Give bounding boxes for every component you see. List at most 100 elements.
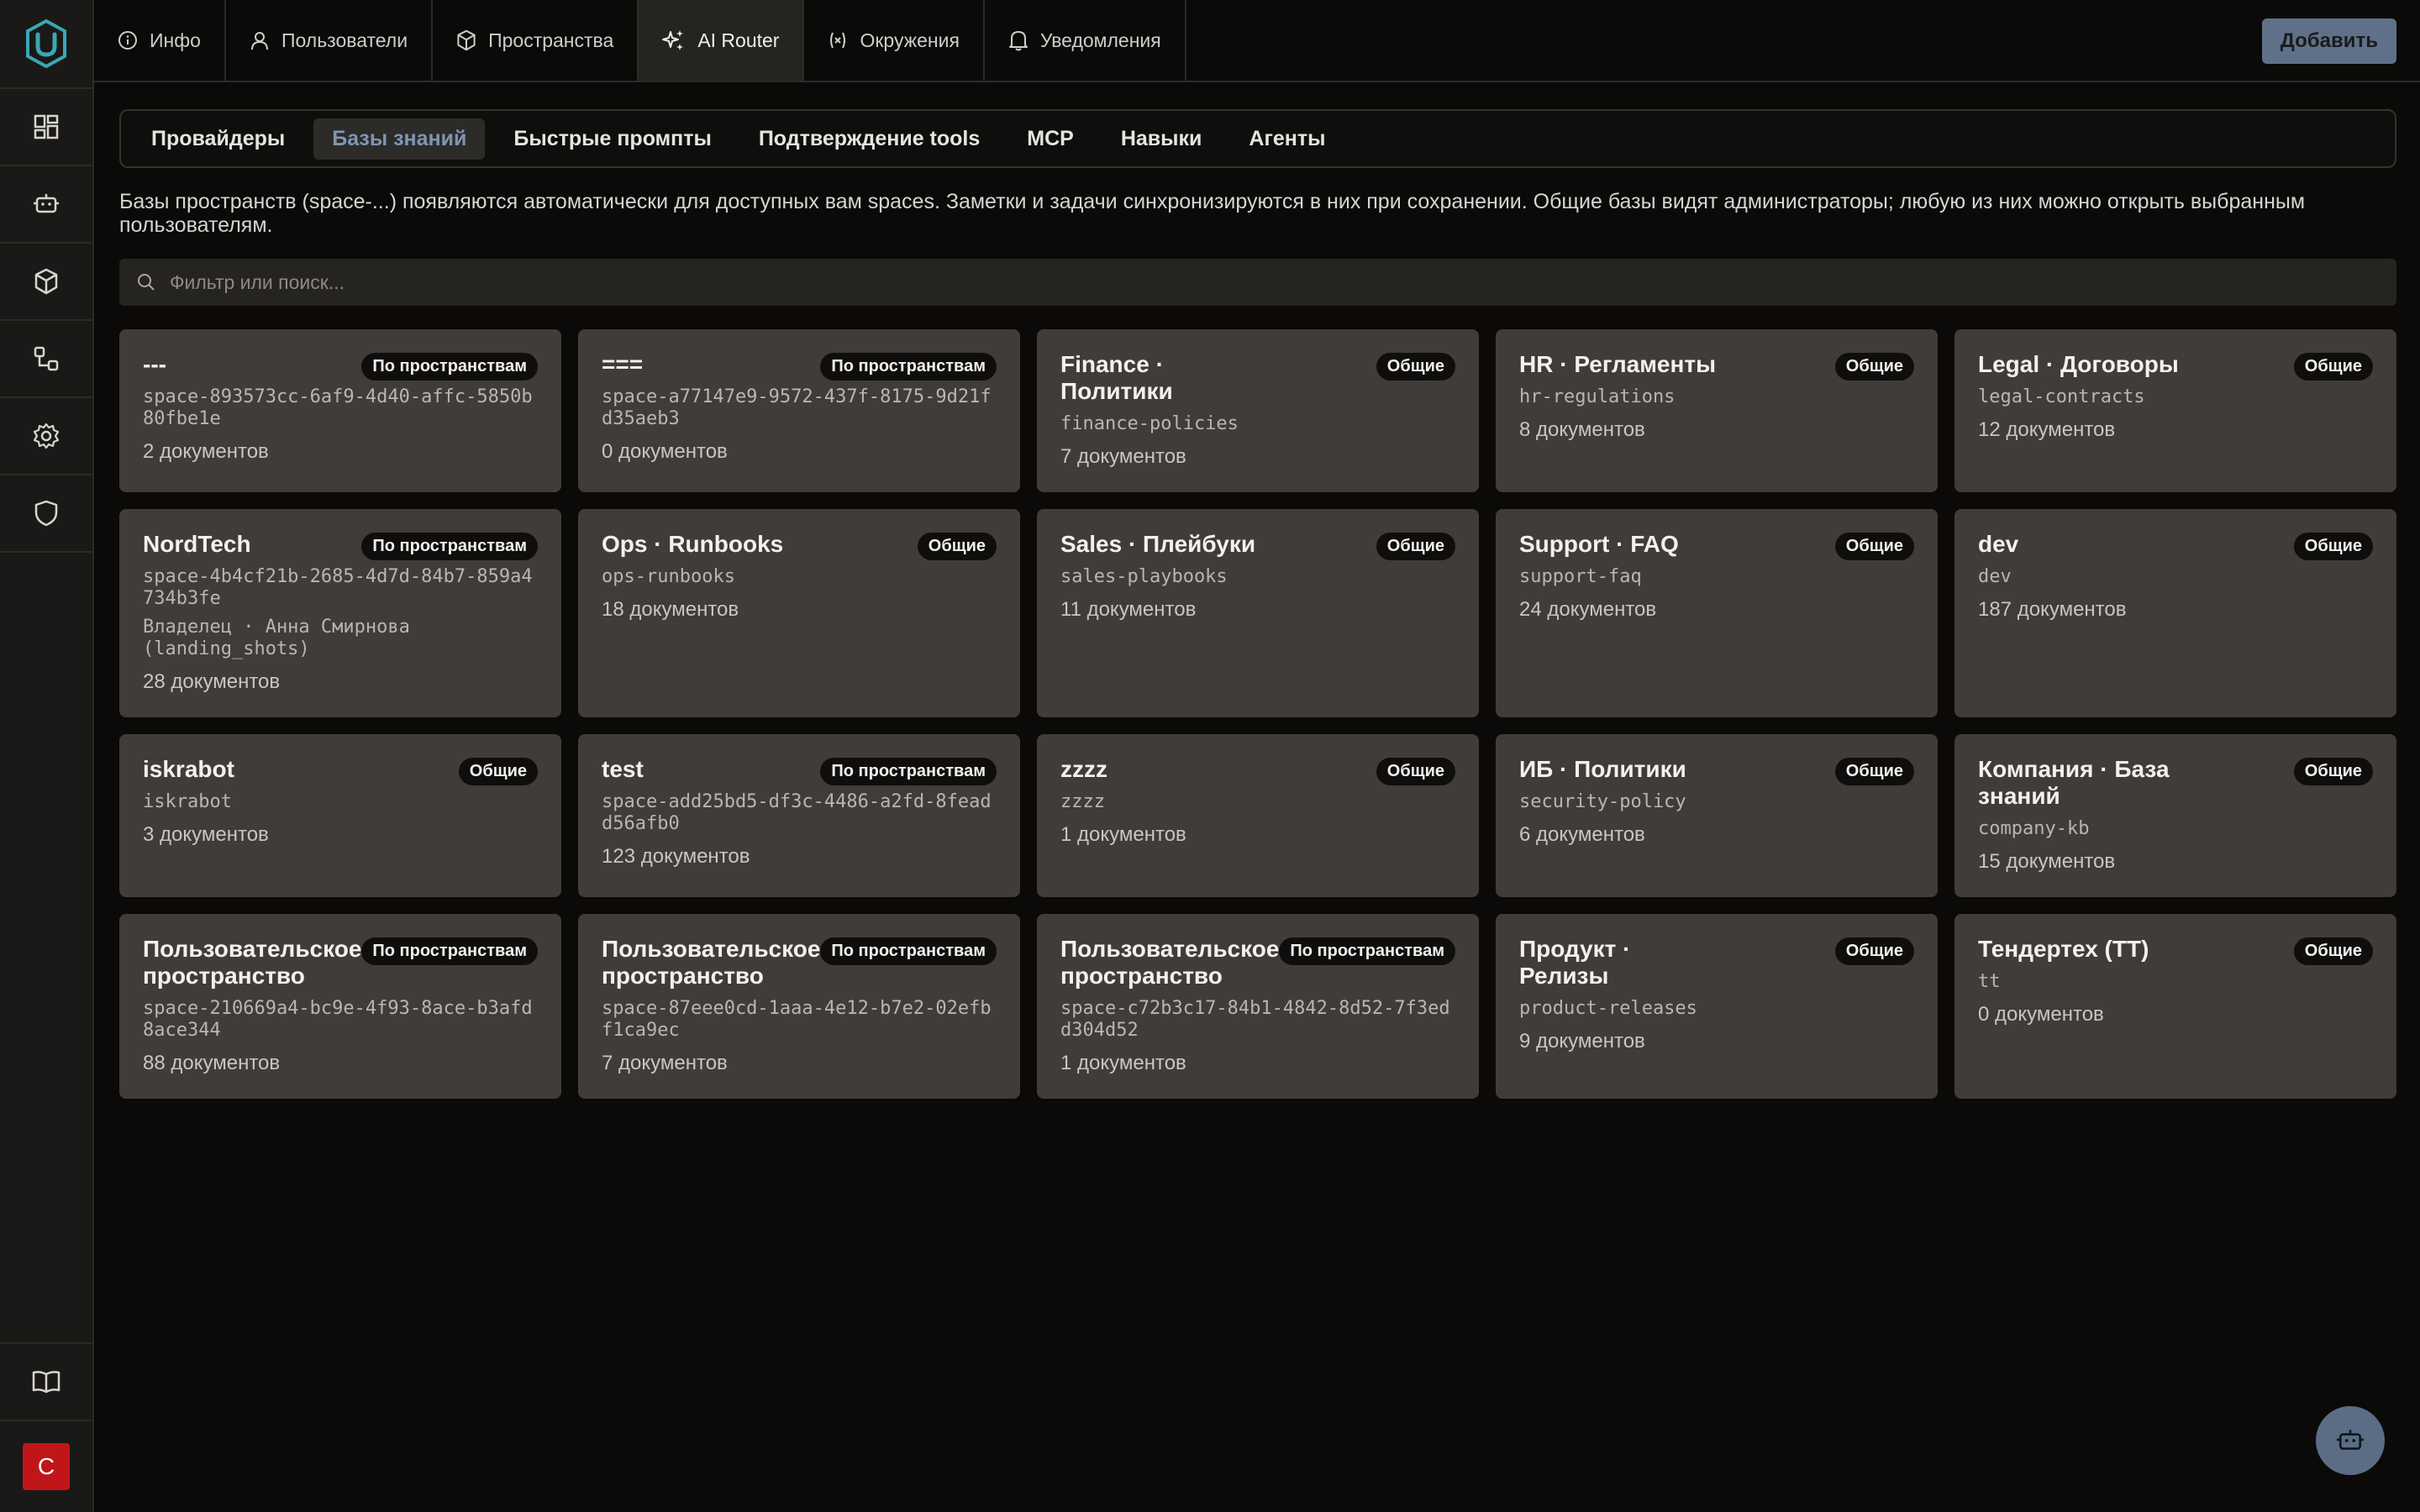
kb-card[interactable]: NordTech По пространствам space-4b4cf21b…: [119, 509, 561, 717]
kb-slug: sales-playbooks: [1060, 566, 1228, 587]
kb-slug: iskrabot: [143, 791, 232, 812]
tab-label: Окружения: [860, 29, 960, 51]
kb-doc-count: 123 документов: [602, 845, 750, 868]
app-logo[interactable]: [0, 0, 92, 89]
variable-icon: [830, 32, 846, 49]
kb-slug: support-faq: [1519, 566, 1642, 587]
kb-card[interactable]: Sales · Плейбуки Общие sales-playbooks 1…: [1037, 509, 1479, 717]
left-rail: С: [0, 0, 94, 1512]
kb-card[interactable]: dev Общие dev 187 документов: [1954, 509, 2396, 717]
kb-doc-count: 18 документов: [602, 598, 739, 621]
kb-card[interactable]: Support · FAQ Общие support-faq 24 докум…: [1496, 509, 1938, 717]
kb-card[interactable]: ИБ · Политики Общие security-policy 6 до…: [1496, 734, 1938, 897]
scope-badge: Общие: [1376, 758, 1455, 785]
tab-label: AI Router: [697, 29, 780, 51]
kb-card[interactable]: === По пространствам space-a77147e9-9572…: [578, 329, 1020, 492]
kb-slug: space-a77147e9-9572-437f-8175-9d21fd35ae…: [602, 386, 992, 429]
search-input[interactable]: [170, 270, 2270, 294]
kb-doc-count: 12 документов: [1978, 418, 2116, 441]
rail-profile[interactable]: С: [0, 1420, 92, 1512]
rail-docs[interactable]: [0, 1342, 92, 1420]
kb-card[interactable]: HR · Регламенты Общие hr-regulations 8 д…: [1496, 329, 1938, 492]
subtab-mcp[interactable]: MCP: [1008, 118, 1092, 160]
subtab-knowledge-bases[interactable]: Базы знаний: [313, 118, 486, 160]
kb-slug: dev: [1978, 566, 2012, 587]
rail-ai[interactable]: [0, 166, 92, 244]
kb-slug: tt: [1978, 971, 2001, 992]
kb-card[interactable]: zzzz Общие zzzz 1 документов: [1037, 734, 1479, 897]
scope-badge: Общие: [1376, 353, 1455, 381]
kb-card[interactable]: Компания · База знаний Общие company-kb …: [1954, 734, 2396, 897]
kb-doc-count: 15 документов: [1978, 850, 2116, 873]
robot-icon: [2337, 1430, 2364, 1450]
kb-card[interactable]: test По пространствам space-add25bd5-df3…: [578, 734, 1020, 897]
search-bar: [119, 259, 2396, 306]
kb-doc-count: 88 документов: [143, 1052, 281, 1074]
scope-badge: Общие: [1834, 353, 1914, 381]
shield-icon: [34, 500, 58, 527]
tab-ai-router[interactable]: AI Router: [639, 0, 805, 81]
kb-doc-count: 9 документов: [1519, 1030, 1645, 1053]
user-icon: [250, 32, 268, 50]
kb-slug: space-add25bd5-df3c-4486-a2fd-8feadd56af…: [602, 791, 992, 834]
tab-environments[interactable]: Окружения: [804, 0, 985, 81]
scope-badge: Общие: [1834, 937, 1914, 965]
subtab-providers[interactable]: Провайдеры: [133, 118, 303, 160]
kb-card[interactable]: Пользовательское пространство По простра…: [1037, 914, 1479, 1099]
kb-card[interactable]: Пользовательское пространство По простра…: [119, 914, 561, 1099]
kb-card[interactable]: Продукт · Релизы Общие product-releases …: [1496, 914, 1938, 1099]
kb-card[interactable]: Finance · Политики Общие finance-policie…: [1037, 329, 1479, 492]
rail-security[interactable]: [0, 475, 92, 553]
kb-card[interactable]: iskrabot Общие iskrabot 3 документов: [119, 734, 561, 897]
logo-icon: [26, 19, 66, 68]
search-icon: [138, 274, 155, 291]
page-description: Базы пространств (space-...) появляются …: [119, 190, 2306, 237]
robot-icon: [34, 194, 59, 213]
tab-label: Инфо: [150, 29, 201, 51]
tab-users[interactable]: Пользователи: [226, 0, 434, 81]
scope-badge: По пространствам: [361, 533, 538, 560]
rail-dashboard[interactable]: [0, 89, 92, 166]
tab-label: Пользователи: [281, 29, 408, 51]
tab-label: Уведомления: [1039, 29, 1161, 51]
kb-doc-count: 24 документов: [1519, 598, 1657, 621]
top-nav: Инфо Пользователи Пространства AI Router…: [94, 0, 2420, 82]
tab-label: Пространства: [488, 29, 614, 51]
scope-badge: Общие: [2293, 353, 2373, 381]
kb-owner: Владелец · Анна Смирнова (landing_shots): [143, 617, 410, 659]
kb-doc-count: 0 документов: [1978, 1003, 2104, 1026]
bell-icon: [1008, 31, 1028, 51]
scope-badge: По пространствам: [361, 937, 538, 965]
kb-doc-count: 7 документов: [602, 1052, 728, 1074]
scope-badge: Общие: [2293, 758, 2373, 785]
scope-badge: Общие: [2293, 533, 2373, 560]
kb-doc-count: 1 документов: [1060, 823, 1186, 846]
subtab-agents[interactable]: Агенты: [1230, 118, 1344, 160]
knowledge-base-grid: --- По пространствам space-893573cc-6af9…: [119, 329, 2396, 1099]
dashboard-icon: [34, 114, 59, 139]
rail-spaces[interactable]: [0, 244, 92, 321]
kb-doc-count: 6 документов: [1519, 823, 1645, 846]
kb-card[interactable]: Тендертех (ТТ) Общие tt 0 документов: [1954, 914, 2396, 1099]
kb-card[interactable]: Legal · Договоры Общие legal-contracts 1…: [1954, 329, 2396, 492]
kb-card[interactable]: --- По пространствам space-893573cc-6af9…: [119, 329, 561, 492]
rail-workflows[interactable]: [0, 321, 92, 398]
kb-slug: product-releases: [1519, 998, 1697, 1019]
avatar[interactable]: С: [23, 1443, 70, 1490]
assistant-chat-button[interactable]: [2316, 1406, 2385, 1475]
subtab-quick-prompts[interactable]: Быстрые промпты: [495, 118, 729, 160]
tab-info[interactable]: Инфо: [94, 0, 226, 81]
scope-badge: Общие: [1834, 758, 1914, 785]
kb-card[interactable]: Пользовательское пространство По простра…: [578, 914, 1020, 1099]
rail-settings[interactable]: [0, 398, 92, 475]
subtab-skills[interactable]: Навыки: [1102, 118, 1221, 160]
cube-icon: [34, 268, 58, 295]
add-button[interactable]: Добавить: [2261, 18, 2396, 64]
kb-doc-count: 187 документов: [1978, 598, 2127, 621]
kb-doc-count: 3 документов: [143, 823, 269, 846]
tab-spaces[interactable]: Пространства: [433, 0, 639, 81]
tab-notifications[interactable]: Уведомления: [985, 0, 1186, 81]
workflow-icon: [34, 346, 59, 371]
kb-card[interactable]: Ops · Runbooks Общие ops-runbooks 18 док…: [578, 509, 1020, 717]
subtab-tools-confirmation[interactable]: Подтверждение tools: [740, 118, 998, 160]
